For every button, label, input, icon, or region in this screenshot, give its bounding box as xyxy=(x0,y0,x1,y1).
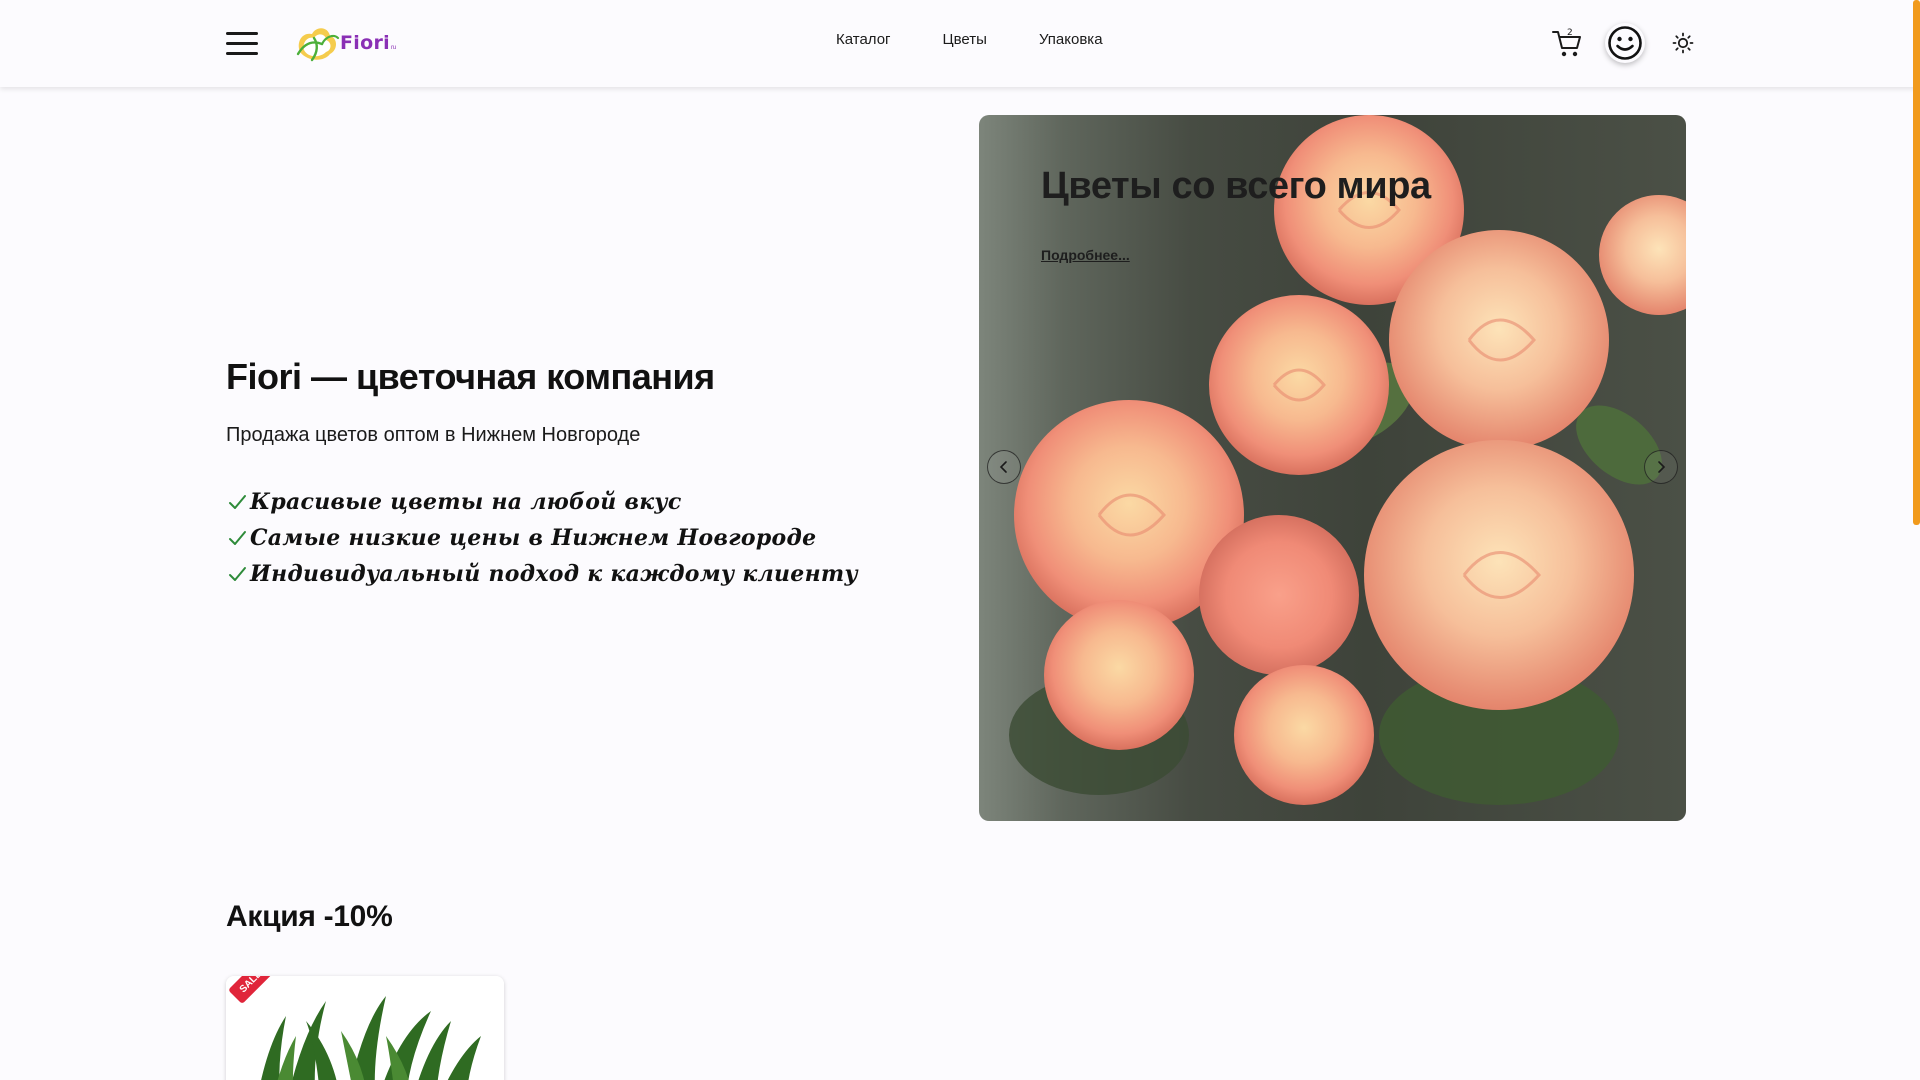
logo-suffix: ru xyxy=(390,45,397,51)
logo[interactable]: Fiori ru xyxy=(294,22,396,64)
slide-more-link[interactable]: Подробнее... xyxy=(1041,247,1130,263)
feature-text: Индивидуальный подход к каждому клиенту xyxy=(250,561,858,587)
nav-item-catalog[interactable]: Каталог xyxy=(836,31,891,48)
slider-next-button[interactable] xyxy=(1644,450,1678,484)
hero-title: Fiori — цветочная компания xyxy=(226,356,715,397)
check-icon xyxy=(229,495,246,509)
sun-theme-icon xyxy=(1672,32,1694,54)
chevron-right-icon xyxy=(1658,461,1666,473)
feature-item: Красивые цветы на любой вкус xyxy=(226,484,858,520)
sale-heading: Акция -10% xyxy=(226,900,393,933)
menu-icon[interactable] xyxy=(226,30,260,56)
logo-flower-icon xyxy=(296,28,340,62)
product-card[interactable]: SALE xyxy=(226,976,504,1080)
feature-text: Красивые цветы на любой вкус xyxy=(250,489,682,515)
hero-slider: Цветы со всего мира Подробнее... xyxy=(979,115,1686,821)
roses-image xyxy=(1009,115,1686,805)
logo-text: Fiori xyxy=(340,32,390,54)
check-icon xyxy=(229,531,246,545)
theme-toggle-button[interactable] xyxy=(1672,32,1694,54)
feature-item: Индивидуальный подход к каждому клиенту xyxy=(226,556,858,592)
chevron-left-icon xyxy=(999,461,1007,473)
slide-title: Цветы со всего мира xyxy=(1041,165,1431,207)
product-image xyxy=(226,976,504,1080)
main-nav: Каталог Цветы Упаковка xyxy=(836,31,1155,48)
feature-item: Самые низкие цены в Нижнем Новгороде xyxy=(226,520,858,556)
nav-item-packaging[interactable]: Упаковка xyxy=(1039,31,1103,48)
smiley-profile-icon xyxy=(1608,26,1642,60)
hero-subtitle: Продажа цветов оптом в Нижнем Новгороде xyxy=(226,424,641,446)
slider-prev-button[interactable] xyxy=(987,450,1021,484)
features-list: Красивые цветы на любой вкус Самые низки… xyxy=(226,484,858,592)
check-icon xyxy=(229,567,246,581)
cart-button[interactable]: 2 xyxy=(1550,26,1584,60)
page-scrollbar-thumb[interactable] xyxy=(1913,0,1920,525)
feature-text: Самые низкие цены в Нижнем Новгороде xyxy=(250,525,817,551)
cart-badge: 2 xyxy=(1567,28,1573,38)
profile-button[interactable] xyxy=(1605,23,1645,63)
site-header: Fiori ru Каталог Цветы Упаковка 2 xyxy=(0,0,1920,87)
cart-icon: 2 xyxy=(1552,28,1581,57)
nav-item-flowers[interactable]: Цветы xyxy=(943,31,987,48)
